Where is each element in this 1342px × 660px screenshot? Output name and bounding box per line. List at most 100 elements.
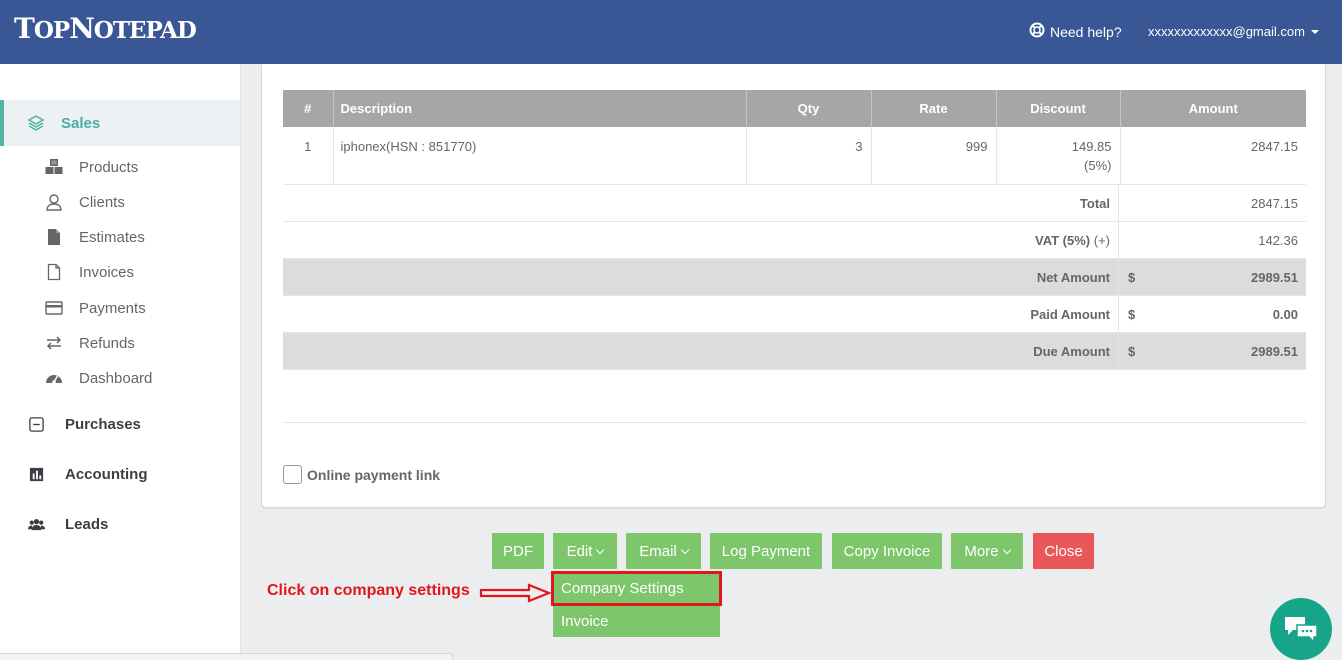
button-label: Copy Invoice [843,542,931,560]
column-header: Rate [871,90,997,127]
log-payment-button[interactable]: Log Payment [710,533,822,569]
currency-symbol: $ [1128,270,1136,285]
file-icon [44,228,64,246]
user-email: xxxxxxxxxxxxx@gmail.com [1148,24,1305,39]
user-menu[interactable]: xxxxxxxxxxxxx@gmail.com [1148,24,1319,39]
copy-invoice-button[interactable]: Copy Invoice [832,533,942,569]
online-payment-checkbox[interactable] [283,465,302,484]
button-label: More [964,542,999,560]
bottom-panel-edge [0,653,453,660]
row-rate: 999 [871,127,997,185]
column-header: Description [333,90,747,127]
sidebar-item-sales[interactable]: Sales [0,100,240,146]
button-label: Email [639,542,677,560]
button-label: Close [1044,542,1083,560]
chat-bubbles-icon [1285,617,1318,644]
sidebar-item-label: Clients [79,193,125,211]
column-header: Amount [1120,90,1306,127]
layers-icon [27,114,45,132]
row-qty: 3 [746,127,872,185]
sidebar-item-refunds[interactable]: Refunds [44,334,135,352]
button-label: Log Payment [721,542,811,560]
sidebar-item-purchases[interactable]: Purchases [27,415,141,433]
currency-symbol: $ [1128,307,1136,322]
edit-button[interactable]: Edit [553,533,617,569]
row-number: 1 [283,127,334,185]
credit-card-icon [44,299,64,317]
divider [283,422,1306,423]
sidebar-item-dashboard[interactable]: Dashboard [44,369,152,387]
total-value: 2847.15 [1251,196,1298,211]
menu-item-invoice[interactable]: Invoice [553,606,720,637]
sidebar: Sales Products Clients Estimates Invoice… [0,64,241,660]
online-payment-link-option: Online payment link [283,465,440,484]
row-discount: 149.85 (5%) [996,127,1121,185]
sidebar-item-label: Payments [79,299,146,317]
pdf-button[interactable]: PDF [492,533,544,569]
vat-sign: (+) [1093,233,1110,248]
help-link[interactable]: Need help? [1029,22,1122,41]
menu-item-company-settings[interactable]: Company Settings [551,571,722,606]
sidebar-item-accounting[interactable]: Accounting [27,465,148,483]
chevron-down-icon [1002,545,1011,554]
button-label: Edit [566,542,593,560]
cubes-icon [44,158,64,176]
paid-amount-row: Paid Amount $0.00 [283,296,1306,333]
table-header-row: # Description Qty Rate Discount Amount [283,90,1306,127]
sidebar-item-label: Products [79,158,139,176]
sidebar-item-payments[interactable]: Payments [44,299,146,317]
edit-dropdown-menu: Company Settings Invoice [551,571,722,637]
help-label: Need help? [1050,23,1122,40]
sidebar-item-label: Refunds [79,334,135,352]
net-amount-label: Net Amount [283,259,1119,295]
email-button[interactable]: Email [626,533,701,569]
due-amount-value: 2989.51 [1251,344,1298,359]
more-button[interactable]: More [951,533,1023,569]
sidebar-item-leads[interactable]: Leads [27,515,108,533]
sidebar-item-invoices[interactable]: Invoices [44,263,134,281]
lifebuoy-icon [1029,22,1045,41]
top-bar: TOPNOTEPAD Need help? xxxxxxxxxxxxx@gmai… [0,0,1342,64]
caret-down-icon [1310,29,1319,34]
column-header: Qty [746,90,872,127]
sidebar-item-estimates[interactable]: Estimates [44,228,145,246]
annotation-text: Click on company settings [267,582,470,599]
sidebar-item-label: Sales [61,114,101,132]
paid-amount-value: 0.00 [1272,307,1298,322]
discount-amount: 149.85 [1071,139,1112,154]
chevron-down-icon [680,545,689,554]
dashboard-icon [44,369,64,387]
discount-percent: (5%) [1084,158,1112,173]
vat-row: VAT (5%) (+) 142.36 [283,222,1306,259]
vat-value: 142.36 [1258,233,1298,248]
sidebar-item-label: Dashboard [79,369,153,387]
column-header: # [283,90,334,127]
row-amount: 2847.15 [1120,127,1306,185]
sidebar-item-label: Purchases [65,415,141,433]
row-description: iphonex(HSN : 851770) [333,127,747,185]
sidebar-item-clients[interactable]: Clients [44,193,125,211]
total-label: Total [283,185,1119,221]
close-button[interactable]: Close [1033,533,1094,569]
sidebar-item-label: Leads [65,515,109,533]
column-header: Discount [996,90,1121,127]
chat-widget-button[interactable] [1270,598,1332,660]
net-amount-row: Net Amount $2989.51 [283,259,1306,296]
annotation-arrow-icon [479,583,551,603]
chevron-down-icon [596,545,605,554]
exchange-icon [44,334,64,352]
bar-chart-icon [27,465,45,483]
sidebar-item-label: Estimates [79,228,145,246]
sidebar-item-label: Accounting [65,465,148,483]
sidebar-item-products[interactable]: Products [44,158,138,176]
vat-label: VAT (5%) [1034,233,1091,248]
brand-logo[interactable]: TOPNOTEPAD [14,12,197,45]
minus-square-icon [27,415,45,433]
user-icon [44,193,64,211]
invoice-card: # Description Qty Rate Discount Amount 1… [261,64,1326,508]
table-row: 1 iphonex(HSN : 851770) 3 999 149.85 (5%)… [283,127,1306,185]
due-amount-label: Due Amount [283,333,1119,369]
button-label: PDF [503,542,533,560]
file-outline-icon [44,263,64,281]
online-payment-label: Online payment link [307,466,441,483]
